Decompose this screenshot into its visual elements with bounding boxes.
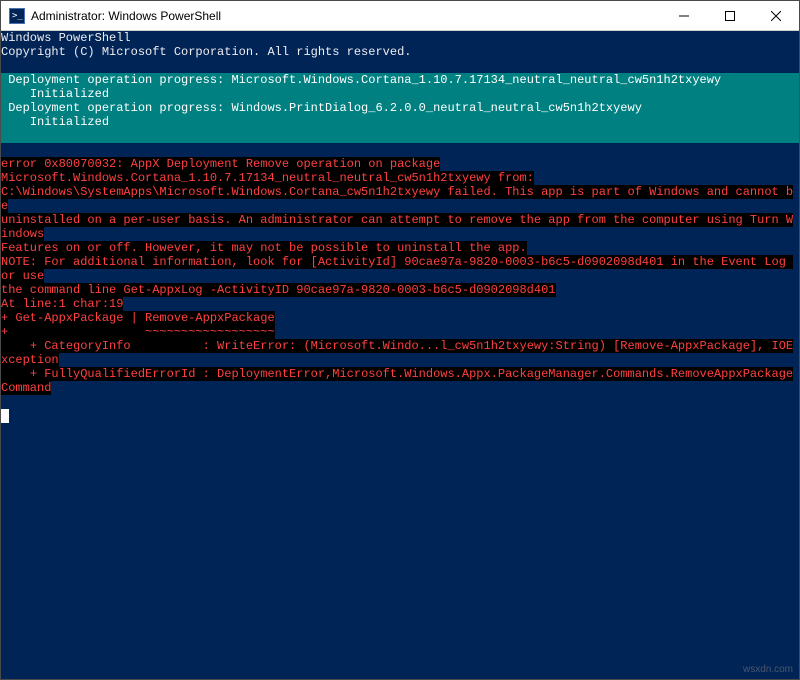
powershell-icon: [9, 8, 25, 24]
window-title: Administrator: Windows PowerShell: [31, 9, 221, 23]
titlebar[interactable]: Administrator: Windows PowerShell: [1, 1, 799, 31]
terminal-text: Windows PowerShell Copyright (C) Microso…: [1, 31, 799, 423]
terminal-output[interactable]: Windows PowerShell Copyright (C) Microso…: [1, 31, 799, 679]
watermark: wsxdn.com: [743, 664, 793, 675]
ps-header-2: Copyright (C) Microsoft Corporation. All…: [1, 45, 411, 59]
minimize-button[interactable]: [661, 1, 707, 31]
error-text: error 0x80070032: AppX Deployment Remove…: [1, 157, 440, 171]
text-cursor: [1, 409, 9, 423]
maximize-button[interactable]: [707, 1, 753, 31]
close-button[interactable]: [753, 1, 799, 31]
deployment-progress-block: Deployment operation progress: Microsoft…: [1, 73, 799, 143]
ps-header-1: Windows PowerShell: [1, 31, 131, 45]
powershell-window: Administrator: Windows PowerShell Window…: [0, 0, 800, 680]
